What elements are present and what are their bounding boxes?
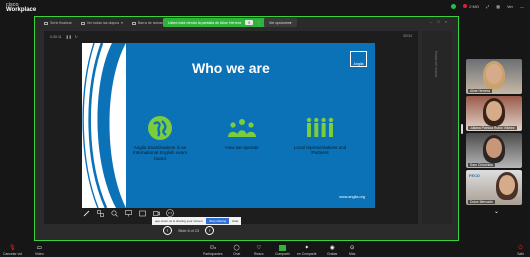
layout-label[interactable]: Ver	[507, 4, 513, 9]
subtitles-icon[interactable]	[138, 209, 146, 217]
app-brand: cisco Workplace	[6, 2, 37, 13]
mute-button[interactable]: 🎙 Cancelar vid	[3, 245, 22, 256]
feature-3: Local representatives and Partners	[288, 113, 352, 156]
shared-screen-frame: Serie finalizar Ver todas las diapos ▾ Ba…	[34, 16, 459, 241]
all-slides-icon[interactable]	[96, 209, 104, 217]
record-icon: ◉	[329, 245, 335, 251]
participant-tile[interactable]: FECD Dulce Mercado	[466, 170, 522, 205]
timer-text: 0:30:11	[50, 34, 62, 39]
pause-icon[interactable]: ❚❚	[66, 35, 72, 39]
more-icon: ⊙	[349, 245, 355, 251]
participant-name: Dulce Mercado	[468, 200, 495, 204]
more-icon[interactable]: ⋮	[257, 21, 261, 25]
top-status: 2 MO ⤢ ▦ Ver —	[451, 4, 524, 9]
participants-icon: ⚇6	[209, 245, 217, 251]
anglia-logo: Anglia	[350, 51, 367, 67]
participant-logo: FECD	[469, 173, 480, 178]
share-tool-1[interactable]: Serie finalizar	[44, 21, 72, 25]
participant-name: Sam Chinchilla	[468, 163, 495, 167]
reactions-button[interactable]: ♡ Reacc	[254, 245, 264, 256]
reset-icon[interactable]: ↻	[75, 35, 78, 39]
ai-companion-button[interactable]: ✦ en Compartir	[297, 245, 317, 256]
slide-website: www.anglia.org	[339, 195, 365, 199]
participants-button[interactable]: ⚇6 Participantes	[203, 245, 223, 256]
microphone-muted-icon: 🎙	[8, 245, 16, 251]
participant-face	[486, 138, 502, 158]
panel-resize-handle[interactable]	[461, 124, 463, 134]
feature-2-text: How we operate	[225, 145, 259, 150]
video-off-icon: ▭	[36, 245, 42, 251]
taskbar-icon	[131, 21, 136, 25]
sharing-notice-text: Usted está viendo la pantalla de Aline H…	[168, 20, 242, 25]
chat-button[interactable]: ◯ Chat	[233, 245, 240, 256]
share-tool-2[interactable]: Ver todas las diapos ▾	[80, 21, 123, 25]
screen-share-notice: app.zoom.us is sharing your screen. Stop…	[152, 217, 242, 225]
group-icon	[210, 113, 274, 143]
share-button[interactable]: Compartir	[275, 245, 290, 256]
chevron-down-icon: ▾	[121, 21, 123, 25]
record-dot-icon	[463, 4, 468, 8]
meeting-controls: 🎙 Cancelar vid ▭ Video ⚇6 Participantes …	[0, 243, 530, 257]
participant-tile[interactable]: Juliana Patricia Rubio Vilchez	[466, 96, 522, 131]
stop-viewing-button[interactable]: X	[245, 20, 254, 25]
share-tool-3[interactable]: Barra de tareas	[131, 21, 163, 25]
chevron-down-icon: ▾	[289, 20, 292, 25]
pen-icon[interactable]	[82, 209, 90, 217]
feature-3-text: Local representatives and Partners	[293, 145, 347, 156]
slides-icon	[80, 21, 85, 25]
camera-icon[interactable]	[152, 209, 160, 217]
zoom-icon[interactable]	[110, 209, 118, 217]
leave-icon: ⏻	[518, 245, 523, 251]
speaker-notes-panel[interactable]: Notas del orador	[422, 31, 452, 224]
video-button[interactable]: ▭ Video	[35, 245, 44, 256]
participant-face	[499, 175, 515, 195]
participant-name: Aline Herrera	[468, 89, 492, 93]
participant-tile[interactable]: Aline Herrera	[466, 59, 522, 94]
feature-1-text: Anglia Examinations is an International …	[132, 145, 188, 161]
layout-icon[interactable]: ▦	[496, 4, 500, 9]
next-slide-button[interactable]: ›	[205, 226, 215, 235]
heart-icon: ♡	[256, 245, 262, 251]
pointer-icon[interactable]	[124, 209, 132, 217]
record-button[interactable]: ◉ Grabar	[327, 245, 338, 256]
globe-icon	[128, 113, 192, 143]
share-toolbar: Serie finalizar Ver todas las diapos ▾ Ba…	[35, 17, 458, 29]
leave-button[interactable]: ⏻ Salir	[517, 245, 524, 256]
sparkle-icon: ✦	[304, 245, 310, 251]
slideshow-icon	[44, 21, 48, 25]
notice-text: app.zoom.us is sharing your screen.	[155, 219, 204, 223]
stop-sharing-button[interactable]: Stop sharing	[206, 218, 230, 224]
slide-canvas: Who we are Anglia Anglia Examinations is…	[82, 43, 375, 208]
slide-title: Who we are	[192, 60, 270, 76]
fullscreen-icon[interactable]: ⤢	[486, 4, 489, 9]
share-screen-icon	[278, 245, 286, 251]
brand-line-2: Workplace	[6, 7, 37, 13]
presentation-window: 0:30:11 ❚❚ ↻ 30/34 Who we are Anglia Ang…	[44, 31, 418, 235]
sharing-notice: Usted está viendo la pantalla de Aline H…	[163, 18, 266, 27]
people-row-icon	[288, 113, 352, 143]
slide-navigation: ‹ Slide 8 of 23 ›	[163, 226, 215, 235]
security-shield-icon[interactable]	[451, 4, 457, 9]
more-options-icon[interactable]	[166, 209, 174, 217]
chevron-down-icon[interactable]: ⌄	[494, 208, 499, 215]
hide-button[interactable]: Hide	[232, 219, 238, 223]
view-options-button[interactable]: Ver opciones ▾	[264, 18, 297, 27]
recording-indicator[interactable]: 2 MO	[463, 4, 479, 9]
feature-2: How we operate	[210, 113, 274, 150]
participant-name: Juliana Patricia Rubio Vilchez	[468, 126, 517, 130]
participant-face	[486, 101, 502, 121]
more-button[interactable]: ⊙ Más	[349, 245, 355, 256]
prev-slide-button[interactable]: ‹	[163, 226, 172, 235]
window-controls[interactable]: –□×	[430, 19, 452, 24]
presenter-tools	[82, 209, 174, 217]
feature-1: Anglia Examinations is an International …	[128, 113, 192, 161]
participant-face	[486, 64, 502, 84]
speaker-notes-text: Notas del orador	[434, 51, 438, 78]
minimize-icon[interactable]: —	[520, 4, 524, 9]
participant-tile[interactable]: Sam Chinchilla	[466, 133, 522, 168]
slide-position-label: Slide 8 of 23	[178, 228, 200, 233]
presenter-timer: 0:30:11 ❚❚ ↻	[44, 31, 418, 42]
slide-counter-top: 30/34	[403, 34, 412, 38]
chat-icon: ◯	[233, 245, 240, 251]
